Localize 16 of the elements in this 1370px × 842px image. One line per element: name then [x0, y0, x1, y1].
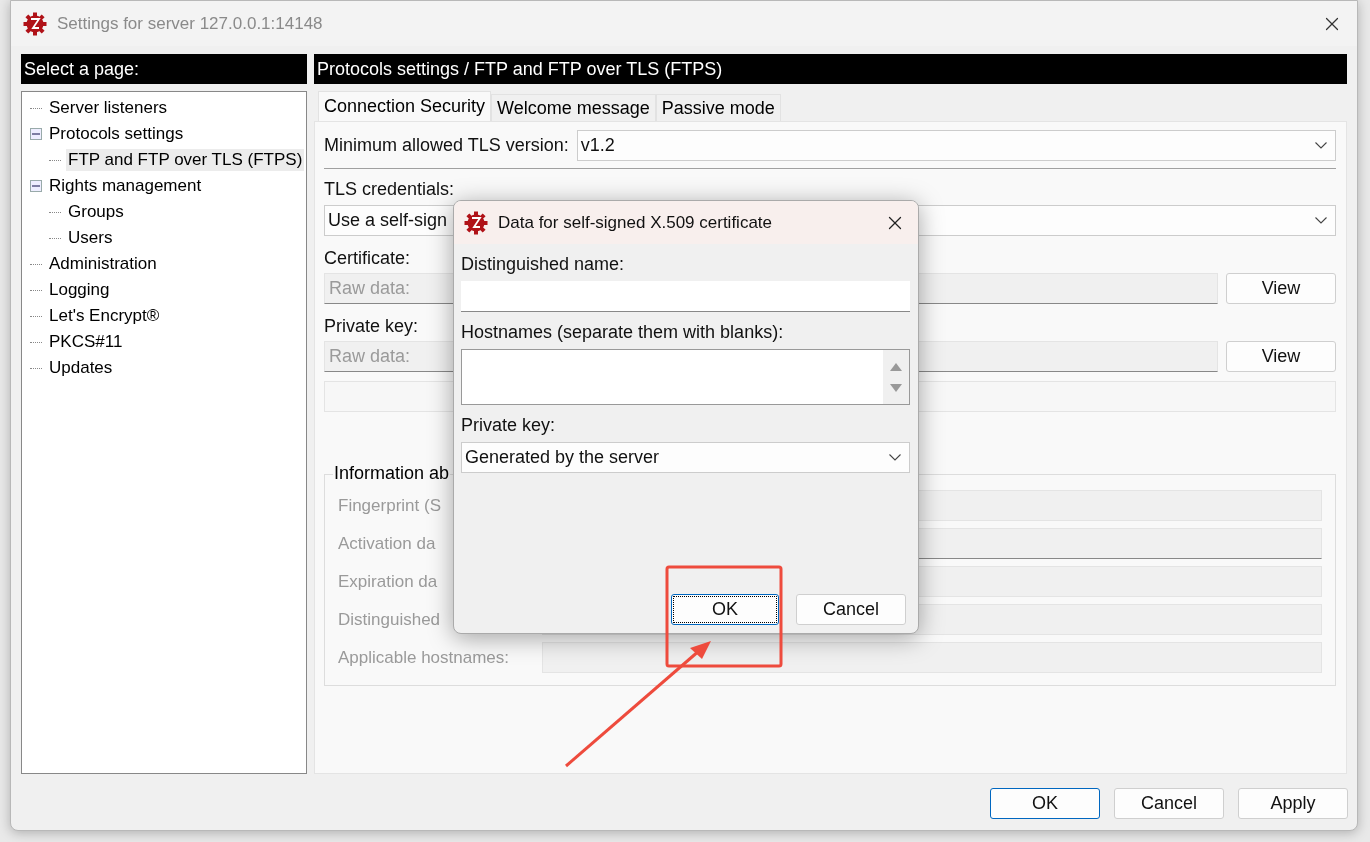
field-label: Distinguished name:: [461, 254, 626, 275]
field-label: Applicable hostnames:: [338, 647, 511, 668]
field-label: Fingerprint (S: [338, 495, 442, 516]
field-label: Expiration da: [338, 571, 439, 592]
field-label: Minimum allowed TLS version:: [324, 135, 569, 156]
field-label: Private key:: [324, 316, 419, 337]
panel-header: Select a page:: [21, 54, 307, 84]
field-label: Private key:: [461, 415, 557, 436]
field-label: Activation da: [338, 533, 437, 554]
field-label: Hostnames (separate them with blanks):: [461, 322, 785, 343]
dialog-title: Data for self-signed X.509 certificate: [498, 212, 774, 233]
panel-header: Protocols settings / FTP and FTP over TLS (FTPS): [314, 54, 1347, 84]
field-label: TLS credentials:: [324, 179, 455, 200]
field-label: Certificate:: [324, 248, 411, 269]
field-label: Distinguished: [338, 609, 442, 630]
window-title: Settings for server 127.0.0.1:14148: [57, 13, 324, 34]
